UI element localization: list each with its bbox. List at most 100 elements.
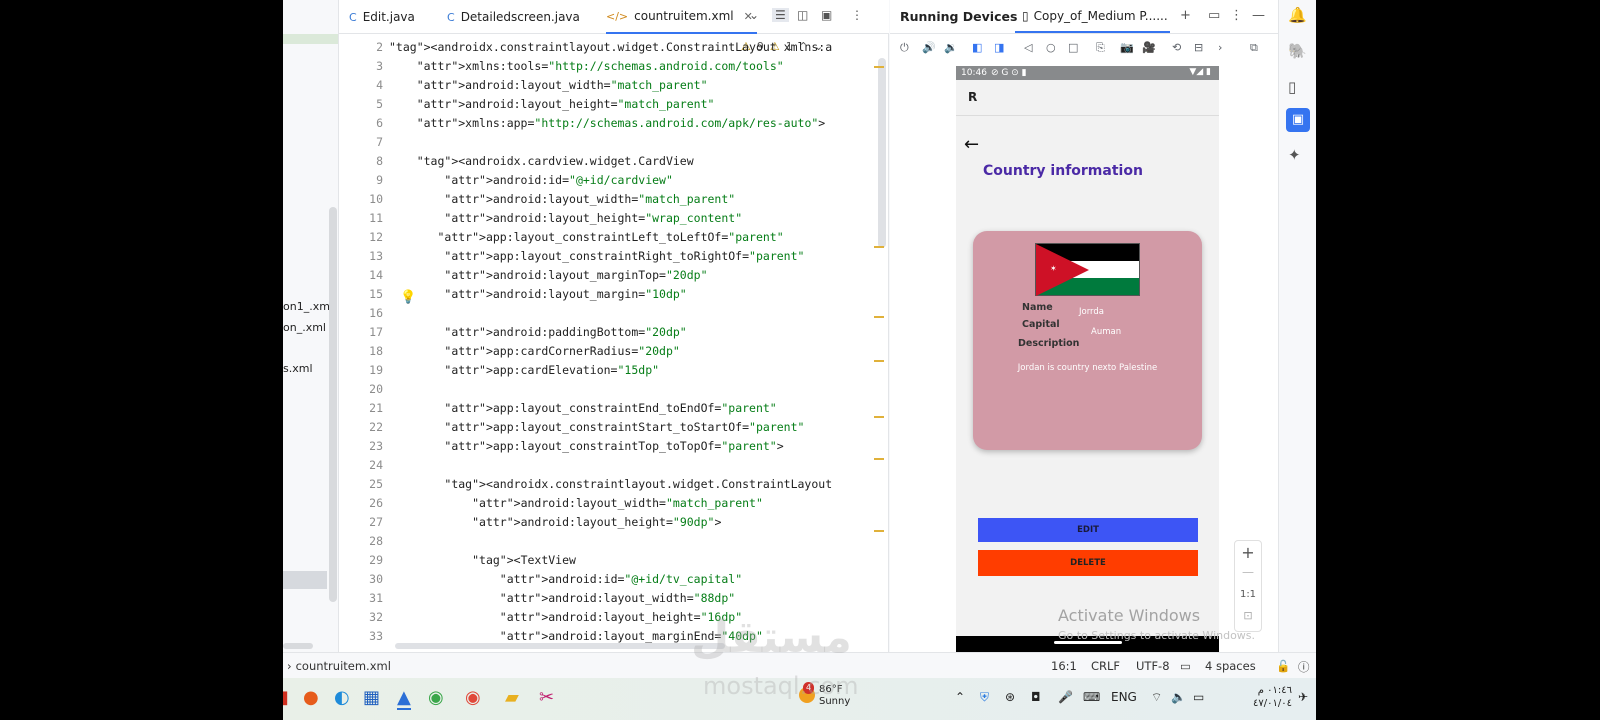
code-line[interactable]: "attr">app:layout_constraintStart_toStar…: [389, 418, 804, 437]
split-view-icon[interactable]: ◫: [797, 8, 808, 22]
code-line[interactable]: "attr">android:layout_height="16dp": [389, 608, 742, 627]
rotate-right-icon[interactable]: ◨: [994, 41, 1004, 54]
code-area[interactable]: "tag"><androidx.constraintlayout.widget.…: [389, 38, 879, 650]
phone-screen[interactable]: 10:46 ⊘ G ⊙ ▮ ▼◢ ▮ R ← Country informati…: [956, 66, 1219, 652]
chrome-profile-icon[interactable]: ◉: [465, 687, 481, 708]
firefox-icon[interactable]: ●: [303, 687, 319, 708]
code-line[interactable]: "attr">app:layout_constraintTop_toTopOf=…: [389, 437, 783, 456]
code-line[interactable]: "attr">android:layout_height="90dp">: [389, 513, 721, 532]
code-line[interactable]: "attr">android:paddingBottom="20dp": [389, 323, 686, 342]
microphone-icon[interactable]: 🎤: [1058, 690, 1073, 704]
code-line[interactable]: "attr">android:layout_width="match_paren…: [389, 494, 763, 513]
tab-edit-java[interactable]: C Edit.java: [349, 0, 415, 34]
design-view-icon[interactable]: ▣: [821, 8, 832, 22]
project-scrollbar[interactable]: [329, 207, 337, 602]
zoom-out-button[interactable]: —: [1235, 565, 1261, 579]
lock-icon[interactable]: 🔓: [1276, 659, 1290, 673]
editor-scrollbar[interactable]: [878, 58, 886, 248]
code-line[interactable]: "tag"><androidx.cardview.widget.CardView: [389, 152, 694, 171]
line-separator[interactable]: CRLF: [1091, 659, 1120, 673]
memory-icon[interactable]: ▭: [1180, 659, 1191, 673]
project-row-highlight[interactable]: [283, 571, 327, 589]
project-file-2[interactable]: on_.xml: [283, 321, 326, 334]
caret-position[interactable]: 16:1: [1051, 659, 1077, 673]
code-line[interactable]: "attr">app:layout_constraintRight_toRigh…: [389, 247, 804, 266]
keyboard-icon[interactable]: ⌨: [1083, 690, 1100, 704]
window-icon[interactable]: ▭: [1208, 8, 1220, 23]
tab-countruitem-xml[interactable]: </> countruitem.xml ✕: [606, 0, 757, 34]
code-line[interactable]: "tag"><TextView: [389, 551, 576, 570]
error-stripe-marker[interactable]: [874, 246, 884, 248]
speaker-icon[interactable]: 🔈: [1171, 690, 1186, 704]
device-tab[interactable]: ▯ Copy_of_Medium P......: [1022, 9, 1168, 23]
chevron-up-icon[interactable]: ⌃: [955, 690, 965, 704]
code-line[interactable]: "attr">android:layout_height="wrap_conte…: [389, 209, 742, 228]
code-line[interactable]: "attr">xmlns:app="http://schemas.android…: [389, 114, 826, 133]
security-icon[interactable]: ◘: [1031, 690, 1041, 704]
wifi-icon[interactable]: ⌔: [1151, 690, 1162, 705]
screen-record-icon[interactable]: 🎥: [1142, 41, 1156, 54]
code-line[interactable]: "attr">xmlns:tools="http://schemas.andro…: [389, 57, 784, 76]
gemini-icon[interactable]: ✦: [1288, 146, 1301, 164]
breadcrumb-file[interactable]: countruitem.xml: [296, 659, 391, 673]
edit-button[interactable]: EDIT: [978, 518, 1198, 542]
gradle-icon[interactable]: 🐘: [1288, 42, 1307, 60]
android-studio-icon[interactable]: ▲: [397, 687, 411, 710]
mirror-icon[interactable]: ⧉: [1250, 41, 1258, 55]
volume-up-icon[interactable]: 🔊: [922, 41, 936, 54]
project-hscrollbar[interactable]: [283, 643, 313, 649]
screenshot-icon[interactable]: 📷: [1120, 41, 1134, 54]
back-icon[interactable]: ◁: [1024, 41, 1032, 54]
home-icon[interactable]: ○: [1046, 41, 1056, 54]
device-manager-icon[interactable]: ⊟: [1194, 41, 1203, 54]
code-line[interactable]: "attr">android:layout_marginTop="20dp": [389, 266, 707, 285]
error-stripe-marker[interactable]: [874, 66, 884, 68]
network-shield-icon[interactable]: ⊛: [1005, 690, 1015, 704]
indent-setting[interactable]: 4 spaces: [1205, 659, 1256, 673]
overview-icon[interactable]: □: [1068, 41, 1078, 54]
code-line[interactable]: "attr">app:cardElevation="15dp": [389, 361, 659, 380]
project-file-3[interactable]: s.xml: [283, 362, 313, 375]
fold-icon[interactable]: ⎘: [1096, 41, 1105, 55]
store-icon[interactable]: ▦: [363, 687, 380, 708]
code-line[interactable]: "attr">android:layout_width="match_paren…: [389, 76, 708, 95]
language-indicator[interactable]: ENG: [1111, 690, 1137, 704]
zoom-fit-icon[interactable]: ⊡: [1235, 609, 1261, 622]
back-arrow-icon[interactable]: ←: [964, 134, 979, 155]
tab-detailedscreen-java[interactable]: C Detailedscreen.java: [447, 0, 580, 34]
project-file-1[interactable]: on1_.xml: [283, 300, 333, 313]
lightbulb-icon[interactable]: 💡: [400, 290, 416, 305]
file-explorer-icon[interactable]: ▰: [505, 687, 519, 708]
error-stripe-marker[interactable]: [874, 360, 884, 362]
battery-icon[interactable]: ▭: [1193, 690, 1204, 704]
running-devices-icon[interactable]: ▣: [1286, 108, 1310, 132]
zoom-in-button[interactable]: +: [1235, 543, 1261, 562]
device-manager-icon[interactable]: ▯: [1288, 78, 1296, 96]
delete-button[interactable]: DELETE: [978, 550, 1198, 576]
code-line[interactable]: "attr">android:id="@+id/tv_capital": [389, 570, 742, 589]
add-device-icon[interactable]: +: [1180, 8, 1191, 23]
snipping-tool-icon[interactable]: ✂: [539, 687, 554, 708]
volume-down-icon[interactable]: 🔉: [944, 41, 958, 54]
chrome-icon[interactable]: ◉: [428, 687, 444, 708]
code-line[interactable]: "attr">android:layout_height="match_pare…: [389, 95, 715, 114]
minimize-icon[interactable]: —: [1252, 8, 1265, 23]
code-view-icon[interactable]: ☰: [772, 8, 789, 22]
taskbar-clock[interactable]: ٠١:٤٦ م ٤٧/٠١/٠٤: [1253, 684, 1292, 710]
editor-hscrollbar[interactable]: [395, 643, 725, 649]
defender-icon[interactable]: ⛨: [980, 690, 989, 705]
code-line[interactable]: "attr">android:layout_width="match_paren…: [389, 190, 735, 209]
rotate-left-icon[interactable]: ◧: [972, 41, 982, 54]
code-line[interactable]: "attr">android:id="@+id/cardview": [389, 171, 673, 190]
code-line[interactable]: "attr">app:layout_constraintEnd_toEndOf=…: [389, 399, 776, 418]
power-icon[interactable]: ⏻: [900, 41, 909, 55]
error-stripe-marker[interactable]: [874, 416, 884, 418]
edge-icon[interactable]: ◐: [334, 687, 350, 708]
chevron-down-icon[interactable]: ⌄: [749, 8, 759, 22]
chevron-right-icon[interactable]: ›: [1218, 41, 1222, 54]
code-line[interactable]: "tag"><androidx.constraintlayout.widget.…: [389, 38, 832, 57]
code-line[interactable]: "attr">android:layout_width="88dp": [389, 589, 735, 608]
info-icon[interactable]: ⓘ: [1298, 659, 1310, 675]
app-icon-partial[interactable]: ▮: [283, 687, 289, 708]
code-line[interactable]: "attr">app:layout_constraintLeft_toLeftO…: [389, 228, 783, 247]
